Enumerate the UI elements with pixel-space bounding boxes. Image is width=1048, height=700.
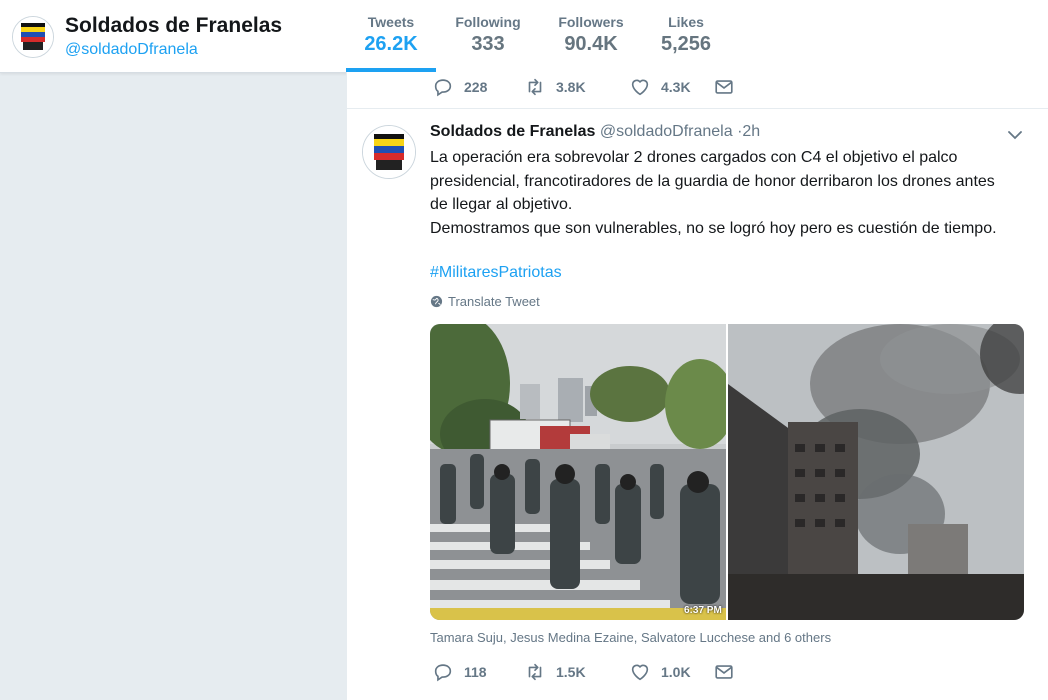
tagged-users[interactable]: Tamara Suju, Jesus Medina Ezaine, Salvat…	[430, 630, 831, 645]
stat-label: Followers	[558, 14, 624, 30]
retweet-button[interactable]: 1.5K	[524, 661, 629, 683]
reply-button[interactable]: 228	[432, 76, 524, 98]
profile-avatar[interactable]	[12, 16, 54, 58]
tweet-text-line: presidencial, francotiradores de la guar…	[430, 172, 995, 190]
dm-button[interactable]	[713, 76, 735, 98]
stat-label: Tweets	[367, 14, 415, 30]
stat-likes[interactable]: Likes 5,256	[652, 14, 720, 56]
stat-tweets[interactable]: Tweets 26.2K	[346, 14, 436, 56]
envelope-icon	[715, 80, 733, 94]
like-count: 1.0K	[661, 664, 691, 680]
photo-timestamp: 6:37 PM	[684, 605, 722, 616]
reply-icon	[434, 79, 452, 97]
reply-icon	[434, 664, 452, 682]
tweet-divider	[347, 108, 1048, 109]
retweet-count: 3.8K	[556, 79, 586, 95]
stat-value: 5,256	[660, 33, 712, 55]
like-button[interactable]: 1.0K	[629, 661, 713, 683]
tweet-text: La operación era sobrevolar 2 drones car…	[430, 146, 1030, 240]
retweet-icon	[528, 663, 542, 681]
tweet-author-name[interactable]: Soldados de Franelas	[430, 123, 595, 140]
heart-icon	[631, 664, 649, 681]
heart-icon	[631, 79, 649, 96]
profile-name[interactable]: Soldados de Franelas	[65, 14, 282, 38]
reply-count: 118	[464, 664, 487, 680]
stat-followers[interactable]: Followers 90.4K	[550, 14, 632, 56]
tweet-text-line: La operación era sobrevolar 2 drones car…	[430, 149, 958, 166]
tweet-timestamp[interactable]: 2h	[742, 123, 760, 140]
stat-value: 26.2K	[364, 33, 418, 55]
reply-count: 228	[464, 79, 488, 95]
tweet-media[interactable]	[430, 324, 1024, 620]
translate-label: Translate Tweet	[448, 294, 540, 309]
globe-icon	[430, 295, 443, 308]
photo-street[interactable]	[430, 324, 735, 620]
retweet-button[interactable]: 3.8K	[524, 76, 629, 98]
translate-tweet-link[interactable]: Translate Tweet	[430, 294, 540, 309]
stat-value: 90.4K	[564, 33, 618, 55]
prev-tweet-actions: 228 3.8K 4.3K	[432, 76, 735, 98]
tweet-author-handle[interactable]: @soldadoDfranela	[600, 123, 733, 140]
hashtag-link[interactable]: #MilitaresPatriotas	[430, 264, 562, 282]
stat-following[interactable]: Following 333	[446, 14, 530, 56]
stat-value: 333	[471, 33, 505, 55]
tweet-avatar[interactable]	[362, 125, 416, 179]
profile-handle[interactable]: @soldadoDfranela	[65, 41, 198, 59]
profile-header: Soldados de Franelas @soldadoDfranela Tw…	[0, 0, 1048, 73]
chevron-down-icon[interactable]	[1006, 126, 1024, 144]
stat-label: Likes	[668, 14, 704, 30]
like-count: 4.3K	[661, 79, 691, 95]
reply-button[interactable]: 118	[432, 661, 524, 683]
tweet-header: Soldados de Franelas @soldadoDfranela ·2…	[430, 123, 760, 141]
photo-smoke[interactable]	[728, 324, 1024, 620]
dm-button[interactable]	[713, 661, 735, 683]
retweet-icon	[528, 78, 542, 96]
envelope-icon	[715, 665, 733, 679]
tweet-text-line: Demostramos que son vulnerables, no se l…	[430, 219, 997, 237]
stat-label: Following	[455, 14, 521, 30]
like-button[interactable]: 4.3K	[629, 76, 713, 98]
tweet-actions: 118 1.5K 1.0K	[432, 661, 735, 683]
tweet-text-line: de llegar al objetivo.	[430, 196, 573, 213]
retweet-count: 1.5K	[556, 664, 586, 680]
